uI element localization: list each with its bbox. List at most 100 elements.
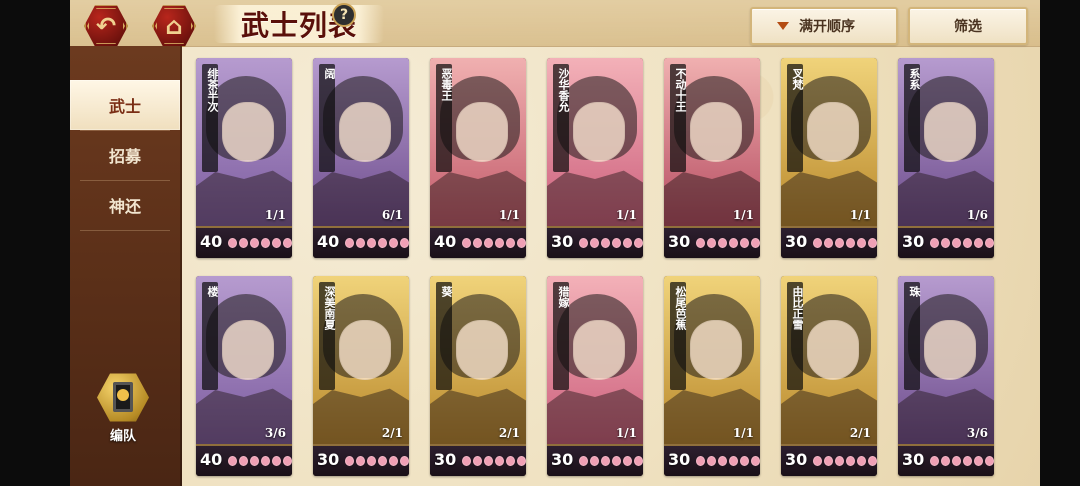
rank-dot: [729, 456, 738, 466]
card-level: 30: [902, 450, 925, 469]
rank-dot: [272, 238, 281, 248]
card-portrait: 楼 3/6: [196, 276, 292, 446]
card-portrait: 绯茶半次 1/1: [196, 58, 292, 228]
sidebar-item-label: 神还: [108, 197, 141, 216]
portrait-face-shape: [339, 102, 391, 162]
samurai-card[interactable]: 系系 1/6 30: [898, 58, 994, 258]
samurai-card[interactable]: 绯茶半次 1/1 40: [196, 58, 292, 258]
rank-dot: [824, 456, 833, 466]
home-button[interactable]: ⌂: [152, 5, 196, 47]
samurai-card[interactable]: 深美南夏 2/1 30: [313, 276, 409, 476]
card-footer: 30: [547, 226, 643, 258]
rank-dot: [250, 456, 259, 466]
sort-button[interactable]: 满开顺序: [750, 7, 898, 45]
rank-dot: [612, 238, 621, 248]
samurai-card[interactable]: 沙华香允 1/1 30: [547, 58, 643, 258]
rank-dot: [835, 238, 844, 248]
team-icon: [97, 373, 149, 422]
card-name-plate: 阔: [319, 64, 336, 172]
rank-dot: [473, 238, 482, 248]
rank-dot: [345, 456, 354, 466]
rank-dot: [740, 456, 749, 466]
rank-dot: [272, 456, 281, 466]
card-name-plate: 松尾芭蕉: [670, 282, 687, 390]
portrait-face-shape: [807, 320, 859, 380]
samurai-card[interactable]: 由比正雪 2/1 30: [781, 276, 877, 476]
dropdown-triangle-icon: [777, 22, 789, 30]
help-button[interactable]: ?: [332, 3, 356, 27]
rank-dot: [506, 238, 515, 248]
card-count: 2/1: [849, 426, 871, 440]
card-rank-dots: [345, 238, 409, 248]
rank-dot: [751, 456, 760, 466]
card-rank-dots: [813, 456, 877, 466]
rank-dot: [250, 238, 259, 248]
card-level: 30: [785, 450, 808, 469]
rank-dot: [813, 238, 822, 248]
card-rank-dots: [696, 238, 760, 248]
sidebar-item-return[interactable]: 神还: [70, 180, 180, 230]
card-level: 30: [434, 450, 457, 469]
sidebar-item-samurai[interactable]: 武士: [70, 80, 180, 130]
samurai-card[interactable]: 不动十王 1/1 30: [664, 58, 760, 258]
samurai-card[interactable]: 葵 2/1 30: [430, 276, 526, 476]
card-count: 1/6: [966, 208, 988, 222]
samurai-card[interactable]: 叉梵 1/1 30: [781, 58, 877, 258]
card-footer: 40: [196, 444, 292, 476]
sidebar-item-recruit[interactable]: 招募: [70, 130, 180, 180]
rank-dot: [400, 238, 409, 248]
card-name-plate: 葵: [436, 282, 453, 390]
team-button[interactable]: 编队: [92, 372, 154, 444]
rank-dot: [495, 238, 504, 248]
filter-button[interactable]: 筛选: [908, 7, 1028, 45]
portrait-face-shape: [456, 102, 508, 162]
card-name-plate: 沙华香允: [553, 64, 570, 172]
card-name-plate: 由比正雪: [787, 282, 804, 390]
card-name-plate: 深美南夏: [319, 282, 336, 390]
rank-dot: [228, 238, 237, 248]
sidebar-item-label: 武士: [108, 97, 141, 116]
card-name: 猎嫁: [557, 286, 570, 308]
rank-dot: [857, 238, 866, 248]
rank-dot: [228, 456, 237, 466]
rank-dot: [963, 238, 972, 248]
rank-dot: [824, 238, 833, 248]
rank-dot: [623, 238, 632, 248]
rank-dot: [751, 238, 760, 248]
card-portrait: 叉梵 1/1: [781, 58, 877, 228]
page-title-plate: 武士列表: [214, 5, 384, 43]
card-footer: 40: [430, 226, 526, 258]
back-button[interactable]: ↶: [84, 5, 128, 47]
samurai-card[interactable]: 阔 6/1 40: [313, 58, 409, 258]
card-count: 6/1: [381, 208, 403, 222]
rank-dot: [930, 238, 939, 248]
card-rank-dots: [462, 456, 526, 466]
card-portrait: 由比正雪 2/1: [781, 276, 877, 446]
samurai-card[interactable]: 恶毒王 1/1 40: [430, 58, 526, 258]
samurai-card[interactable]: 珠 3/6 30: [898, 276, 994, 476]
sort-button-label: 满开顺序: [799, 19, 855, 35]
card-name: 绯茶半次: [206, 68, 219, 112]
rank-dot: [718, 238, 727, 248]
card-portrait: 恶毒王 1/1: [430, 58, 526, 228]
rank-dot: [930, 456, 939, 466]
card-name-plate: 猎嫁: [553, 282, 570, 390]
card-level: 40: [317, 232, 340, 251]
rank-dot: [261, 456, 270, 466]
home-icon: ⌂: [165, 12, 183, 40]
card-rank-dots: [462, 238, 526, 248]
rank-dot: [634, 238, 643, 248]
card-name-plate: 不动十王: [670, 64, 687, 172]
samurai-card[interactable]: 楼 3/6 40: [196, 276, 292, 476]
filter-button-label: 筛选: [954, 19, 982, 35]
card-rank-dots: [930, 238, 994, 248]
rank-dot: [389, 238, 398, 248]
rank-dot: [356, 456, 365, 466]
samurai-card-grid: 绯茶半次 1/1 40 阔 6/1 40 恶毒王 1/1 40 沙华香允 1/1 30 不动十王 1/1 3…: [190, 58, 1040, 478]
samurai-card[interactable]: 松尾芭蕉 1/1 30: [664, 276, 760, 476]
samurai-card[interactable]: 猎嫁 1/1 30: [547, 276, 643, 476]
card-name: 系系: [908, 68, 921, 90]
card-level: 40: [200, 232, 223, 251]
card-name-plate: 珠: [904, 282, 921, 390]
game-stage: ↶ ⌂ 武士列表 ? 满开顺序 筛选 武士 招募 神还 编队 绯茶半次 1/1 …: [70, 0, 1040, 486]
